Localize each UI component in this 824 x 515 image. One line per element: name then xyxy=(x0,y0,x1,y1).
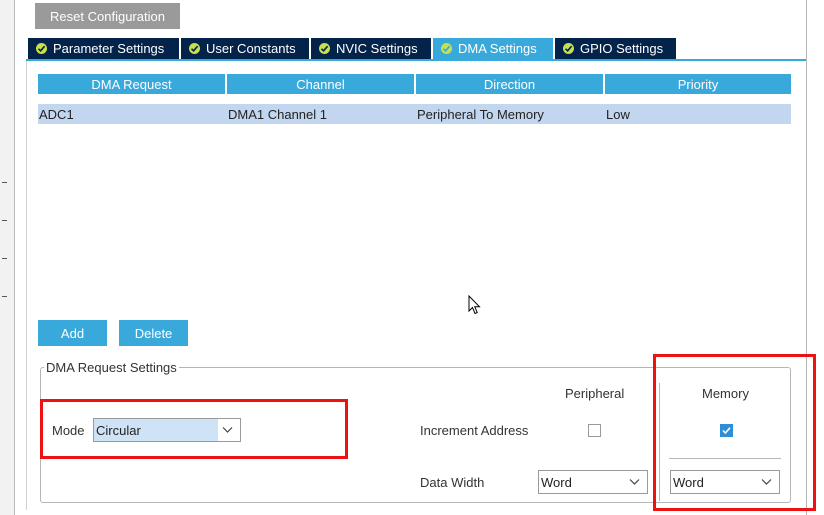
memory-data-width-select[interactable]: Word xyxy=(670,470,780,494)
check-circle-icon xyxy=(189,43,200,54)
left-panel-edge xyxy=(0,0,15,515)
edge-tick xyxy=(2,182,7,183)
settings-tabs: Parameter Settings User Constants NVIC S… xyxy=(28,38,678,59)
memory-row-divider xyxy=(669,458,781,459)
edge-tick xyxy=(2,258,7,259)
tab-user-constants[interactable]: User Constants xyxy=(181,38,309,59)
column-header-direction[interactable]: Direction xyxy=(416,74,603,94)
chevron-down-icon xyxy=(629,479,640,485)
tab-label: Parameter Settings xyxy=(53,41,165,56)
memory-increment-checkbox[interactable] xyxy=(720,424,733,437)
cell-direction: Peripheral To Memory xyxy=(417,106,544,122)
edge-tick xyxy=(2,220,7,221)
check-circle-icon xyxy=(319,43,330,54)
increment-address-label: Increment Address xyxy=(420,423,529,438)
tab-label: GPIO Settings xyxy=(580,41,664,56)
check-circle-icon xyxy=(441,43,452,54)
cell-priority: Low xyxy=(606,106,630,122)
group-title: DMA Request Settings xyxy=(44,360,179,375)
mode-select[interactable]: Circular xyxy=(93,418,241,442)
mode-value: Circular xyxy=(96,422,141,438)
add-button[interactable]: Add xyxy=(38,320,107,346)
tab-parameter-settings[interactable]: Parameter Settings xyxy=(28,38,179,59)
chevron-down-icon xyxy=(222,427,233,433)
data-width-label: Data Width xyxy=(420,475,485,490)
column-divider xyxy=(659,383,660,501)
tab-label: DMA Settings xyxy=(458,41,537,56)
checkbox-checked-icon xyxy=(722,427,731,435)
memory-column-header: Memory xyxy=(702,386,749,401)
column-header-dma-request[interactable]: DMA Request xyxy=(38,74,225,94)
column-header-channel[interactable]: Channel xyxy=(227,74,414,94)
tab-label: NVIC Settings xyxy=(336,41,418,56)
tab-gpio-settings[interactable]: GPIO Settings xyxy=(555,38,676,59)
cell-dma-request: ADC1 xyxy=(39,106,74,122)
check-circle-icon xyxy=(36,43,47,54)
memory-data-width-value: Word xyxy=(673,474,704,490)
tab-nvic-settings[interactable]: NVIC Settings xyxy=(311,38,431,59)
table-row[interactable]: ADC1 DMA1 Channel 1 Peripheral To Memory… xyxy=(38,104,791,124)
peripheral-increment-checkbox[interactable] xyxy=(588,424,601,437)
delete-button[interactable]: Delete xyxy=(119,320,188,346)
mode-label: Mode xyxy=(52,423,85,438)
peripheral-column-header: Peripheral xyxy=(565,386,625,401)
peripheral-data-width-value: Word xyxy=(541,474,572,490)
reset-configuration-button[interactable]: Reset Configuration xyxy=(35,3,180,29)
tab-label: User Constants xyxy=(206,41,296,56)
edge-tick xyxy=(2,296,7,297)
cell-channel: DMA1 Channel 1 xyxy=(228,106,327,122)
dma-table-header: DMA Request Channel Direction Priority xyxy=(38,74,793,94)
chevron-down-icon xyxy=(761,479,772,485)
peripheral-data-width-select[interactable]: Word xyxy=(538,470,648,494)
tab-dma-settings[interactable]: DMA Settings xyxy=(433,38,553,59)
mouse-cursor-icon xyxy=(468,295,481,315)
check-circle-icon xyxy=(563,43,574,54)
column-header-priority[interactable]: Priority xyxy=(605,74,791,94)
